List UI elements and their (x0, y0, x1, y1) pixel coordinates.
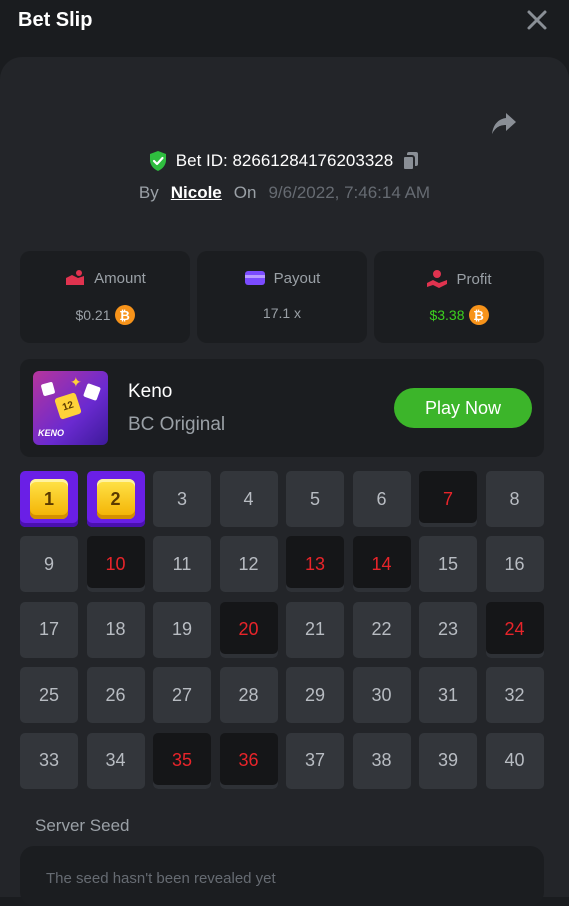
keno-cell[interactable]: 7 (419, 471, 477, 527)
profit-card: Profit $3.38 ₿ (374, 251, 544, 343)
keno-cell[interactable]: 6 (352, 471, 411, 527)
payout-value: 17.1 x (262, 305, 302, 321)
keno-cell[interactable]: 17 (20, 601, 78, 658)
keno-cell[interactable]: 22 (352, 601, 411, 658)
bet-date: 9/6/2022, 7:46:14 AM (268, 183, 431, 202)
profit-label: Profit (456, 270, 492, 288)
amount-label: Amount (94, 269, 146, 287)
payout-card: Payout 17.1 x (197, 251, 367, 343)
keno-cell[interactable]: 37 (286, 732, 344, 789)
keno-cell[interactable]: 20 (219, 601, 278, 658)
star-icon: ✦ (70, 374, 82, 390)
keno-cell[interactable]: 28 (219, 667, 278, 724)
small-tile-icon (40, 381, 56, 397)
profit-icon (427, 270, 448, 288)
keno-cell[interactable]: 3 (153, 471, 211, 527)
keno-cell[interactable]: 26 (86, 667, 145, 724)
bet-id-row: Bet ID: 82661284176203328 (0, 148, 569, 174)
server-seed-box: The seed hasn't been revealed yet (20, 846, 544, 906)
keno-cell[interactable]: 40 (485, 732, 544, 789)
copy-icon[interactable] (401, 150, 421, 172)
keno-cell[interactable]: 32 (485, 667, 544, 724)
keno-cell[interactable]: 33 (20, 732, 78, 789)
header: Bet Slip (0, 0, 569, 42)
play-now-button[interactable]: Play Now (394, 388, 532, 428)
keno-cell[interactable]: 36 (219, 732, 278, 789)
game-name: Keno (128, 381, 173, 402)
amount-icon (66, 270, 85, 285)
user-link[interactable]: Nicole (171, 183, 222, 203)
keno-cell[interactable]: 21 (286, 601, 344, 658)
close-icon[interactable] (526, 9, 548, 31)
keno-cell[interactable]: 11 (153, 536, 211, 593)
keno-cell[interactable]: 15 (419, 536, 477, 593)
small-tile-icon (83, 383, 101, 401)
picked-gem: 1 (30, 479, 68, 519)
keno-thumb-label: KENO (38, 428, 65, 438)
amount-card: Amount $0.21 ₿ (20, 251, 190, 343)
server-seed-label: Server Seed (35, 816, 130, 835)
keno-cell[interactable]: 4 (219, 471, 278, 527)
keno-thumbnail[interactable]: 12 ✦ KENO (33, 371, 108, 445)
keno-cell[interactable]: 12 (219, 536, 278, 593)
keno-cell[interactable]: 8 (485, 471, 544, 527)
amount-value: $0.21 (75, 307, 111, 323)
keno-cell[interactable]: 24 (485, 601, 544, 658)
picked-gem: 2 (96, 479, 135, 519)
keno-cell[interactable]: 1 (20, 471, 78, 527)
on-label: On (233, 183, 257, 202)
payout-label: Payout (273, 269, 321, 287)
game-subtitle: BC Original (128, 414, 226, 435)
keno-cell[interactable]: 10 (86, 536, 145, 593)
share-icon[interactable] (490, 110, 518, 136)
keno-cell[interactable]: 2 (86, 471, 145, 527)
bitcoin-icon: ₿ (114, 305, 135, 325)
keno-cell[interactable]: 23 (419, 601, 477, 658)
keno-cell[interactable]: 38 (352, 732, 411, 789)
keno-cell[interactable]: 25 (20, 667, 78, 724)
by-label: By (138, 183, 159, 202)
bitcoin-icon: ₿ (468, 305, 489, 325)
keno-cell[interactable]: 5 (286, 471, 344, 527)
card-icon (244, 271, 265, 285)
bet-meta-row: By Nicole On 9/6/2022, 7:46:14 AM (0, 180, 569, 206)
keno-cell[interactable]: 39 (419, 732, 477, 789)
keno-cell[interactable]: 34 (86, 732, 145, 789)
keno-cell[interactable]: 30 (352, 667, 411, 724)
profit-value: $3.38 (429, 307, 465, 323)
bet-id: Bet ID: 82661284176203328 (175, 151, 394, 170)
keno-cell[interactable]: 13 (286, 536, 344, 593)
keno-cell[interactable]: 18 (86, 601, 145, 658)
keno-cell[interactable]: 19 (153, 601, 211, 658)
keno-cell[interactable]: 27 (153, 667, 211, 724)
server-seed-value: The seed hasn't been revealed yet (46, 870, 276, 887)
keno-cell[interactable]: 9 (20, 536, 78, 593)
keno-cell[interactable]: 31 (419, 667, 477, 724)
keno-tile-number: 12 (61, 399, 75, 413)
page-title: Bet Slip (18, 9, 93, 31)
keno-cell[interactable]: 35 (153, 732, 211, 789)
game-card: 12 ✦ KENO Keno BC Original Play Now (20, 359, 544, 457)
keno-cell[interactable]: 14 (352, 536, 411, 593)
keno-tile-icon: 12 (54, 392, 82, 420)
shield-check-icon (149, 151, 166, 171)
keno-cell[interactable]: 29 (286, 667, 344, 724)
keno-cell[interactable]: 16 (485, 536, 544, 593)
